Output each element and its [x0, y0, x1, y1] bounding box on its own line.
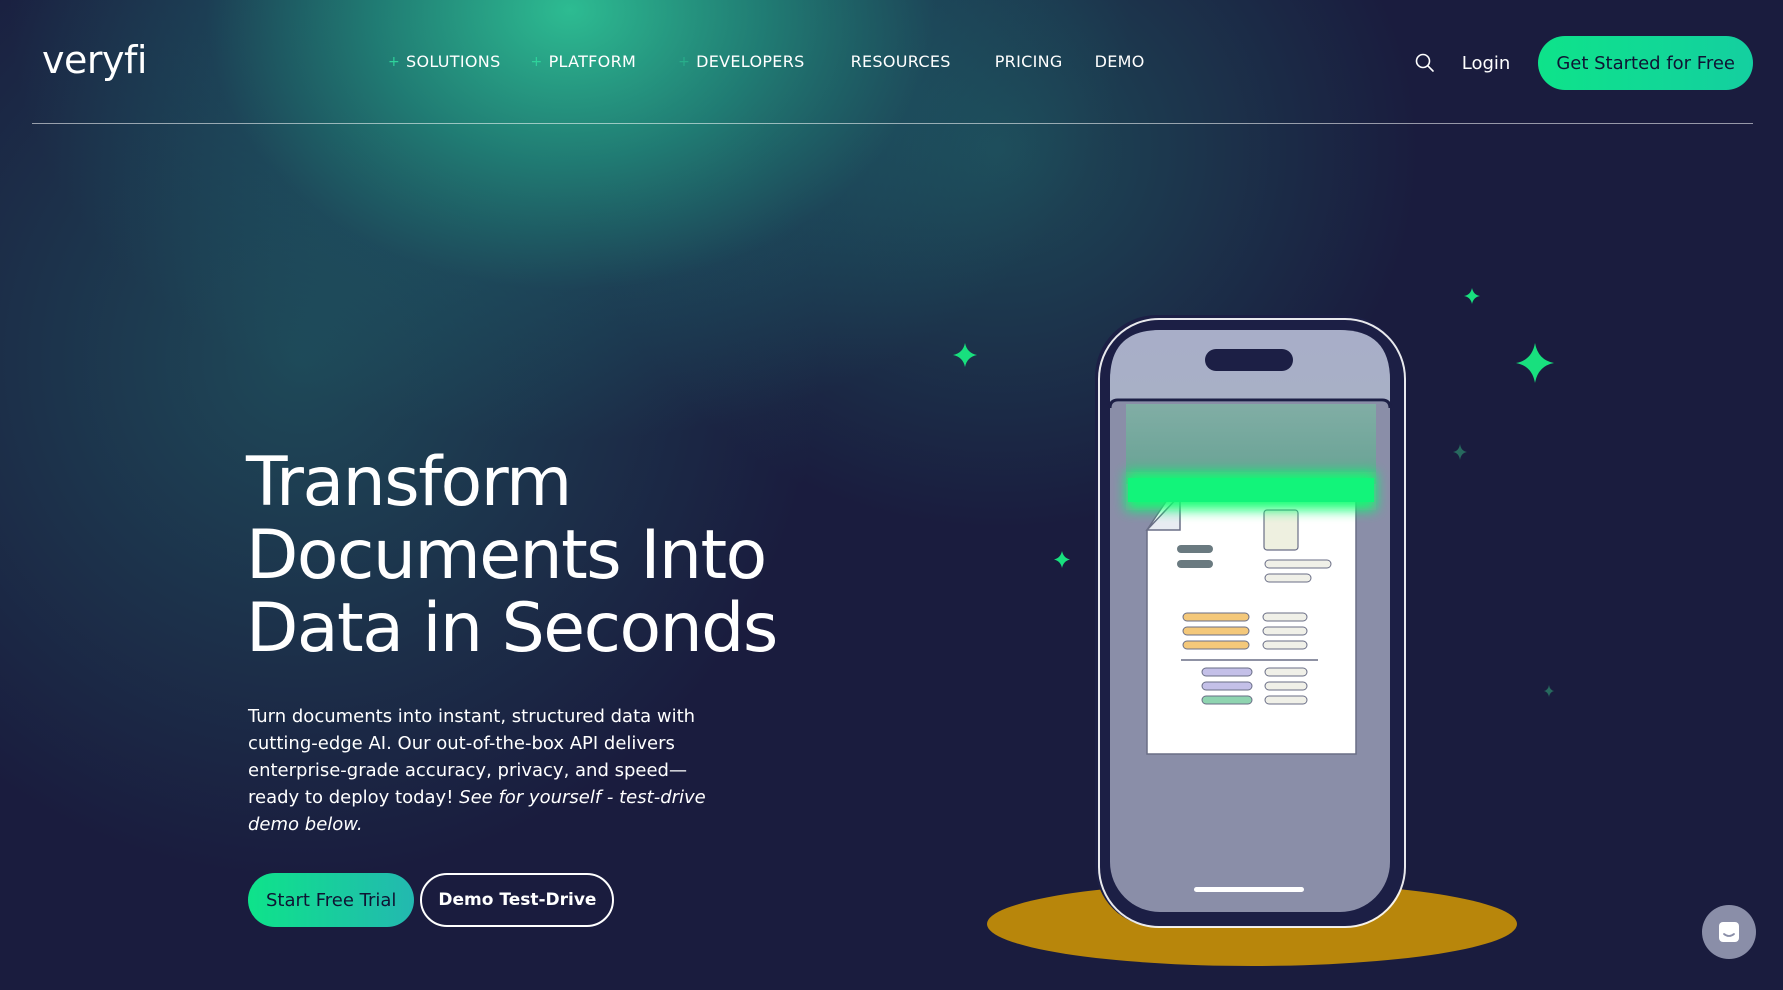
nav-platform[interactable]: + PLATFORM — [531, 52, 637, 71]
sparkle-icon — [953, 343, 977, 367]
plus-icon: + — [530, 53, 543, 70]
nav-pricing-label: PRICING — [994, 52, 1063, 71]
start-free-trial-button[interactable]: Start Free Trial — [248, 873, 415, 927]
hero-description: Turn documents into instant, structured … — [248, 703, 738, 838]
site-header: veryfi + SOLUTIONS + PLATFORM + DEVELOPE… — [32, 0, 1753, 124]
sparkle-icon — [1464, 288, 1480, 304]
phone-notch — [1205, 349, 1293, 371]
login-link[interactable]: Login — [1462, 53, 1511, 74]
nav-resources-label: RESOURCES — [850, 52, 951, 71]
chat-icon — [1719, 922, 1739, 942]
hero-title-line: Transform — [246, 443, 572, 522]
document-graphic — [1145, 493, 1357, 755]
header-actions: Login Get Started for Free — [1414, 36, 1753, 90]
main-nav: + SOLUTIONS + PLATFORM + DEVELOPERS RESO… — [388, 52, 1145, 71]
sparkle-icon — [1054, 551, 1070, 568]
hero-title: Transform Documents Into Data in Seconds — [246, 446, 846, 665]
hero-actions: Start Free Trial Demo Test-Drive — [248, 873, 615, 927]
phone-home-bar — [1194, 887, 1304, 892]
sparkle-icon — [1516, 343, 1554, 383]
sparkle-icon — [1544, 685, 1554, 697]
hero-title-line: Data in Seconds — [246, 589, 778, 668]
hero-title-line: Documents Into — [246, 516, 767, 595]
nav-platform-label: PLATFORM — [548, 52, 637, 71]
get-started-button[interactable]: Get Started for Free — [1538, 36, 1753, 90]
plus-icon: + — [678, 53, 691, 70]
nav-solutions-label: SOLUTIONS — [406, 52, 501, 71]
nav-solutions[interactable]: + SOLUTIONS — [388, 52, 501, 71]
nav-demo[interactable]: DEMO — [1095, 52, 1145, 71]
search-icon[interactable] — [1414, 52, 1436, 74]
plus-icon: + — [388, 53, 401, 70]
nav-demo-label: DEMO — [1094, 52, 1145, 71]
nav-developers-label: DEVELOPERS — [696, 52, 805, 71]
phone-scan-illustration — [953, 288, 1554, 966]
sparkle-icon — [1453, 444, 1467, 460]
nav-developers[interactable]: + DEVELOPERS — [678, 52, 804, 71]
veryfi-logo[interactable]: veryfi — [42, 38, 147, 82]
demo-test-drive-button[interactable]: Demo Test-Drive — [420, 873, 615, 927]
nav-resources[interactable]: RESOURCES — [851, 52, 951, 71]
nav-pricing[interactable]: PRICING — [995, 52, 1063, 71]
chat-widget-button[interactable] — [1702, 905, 1756, 959]
